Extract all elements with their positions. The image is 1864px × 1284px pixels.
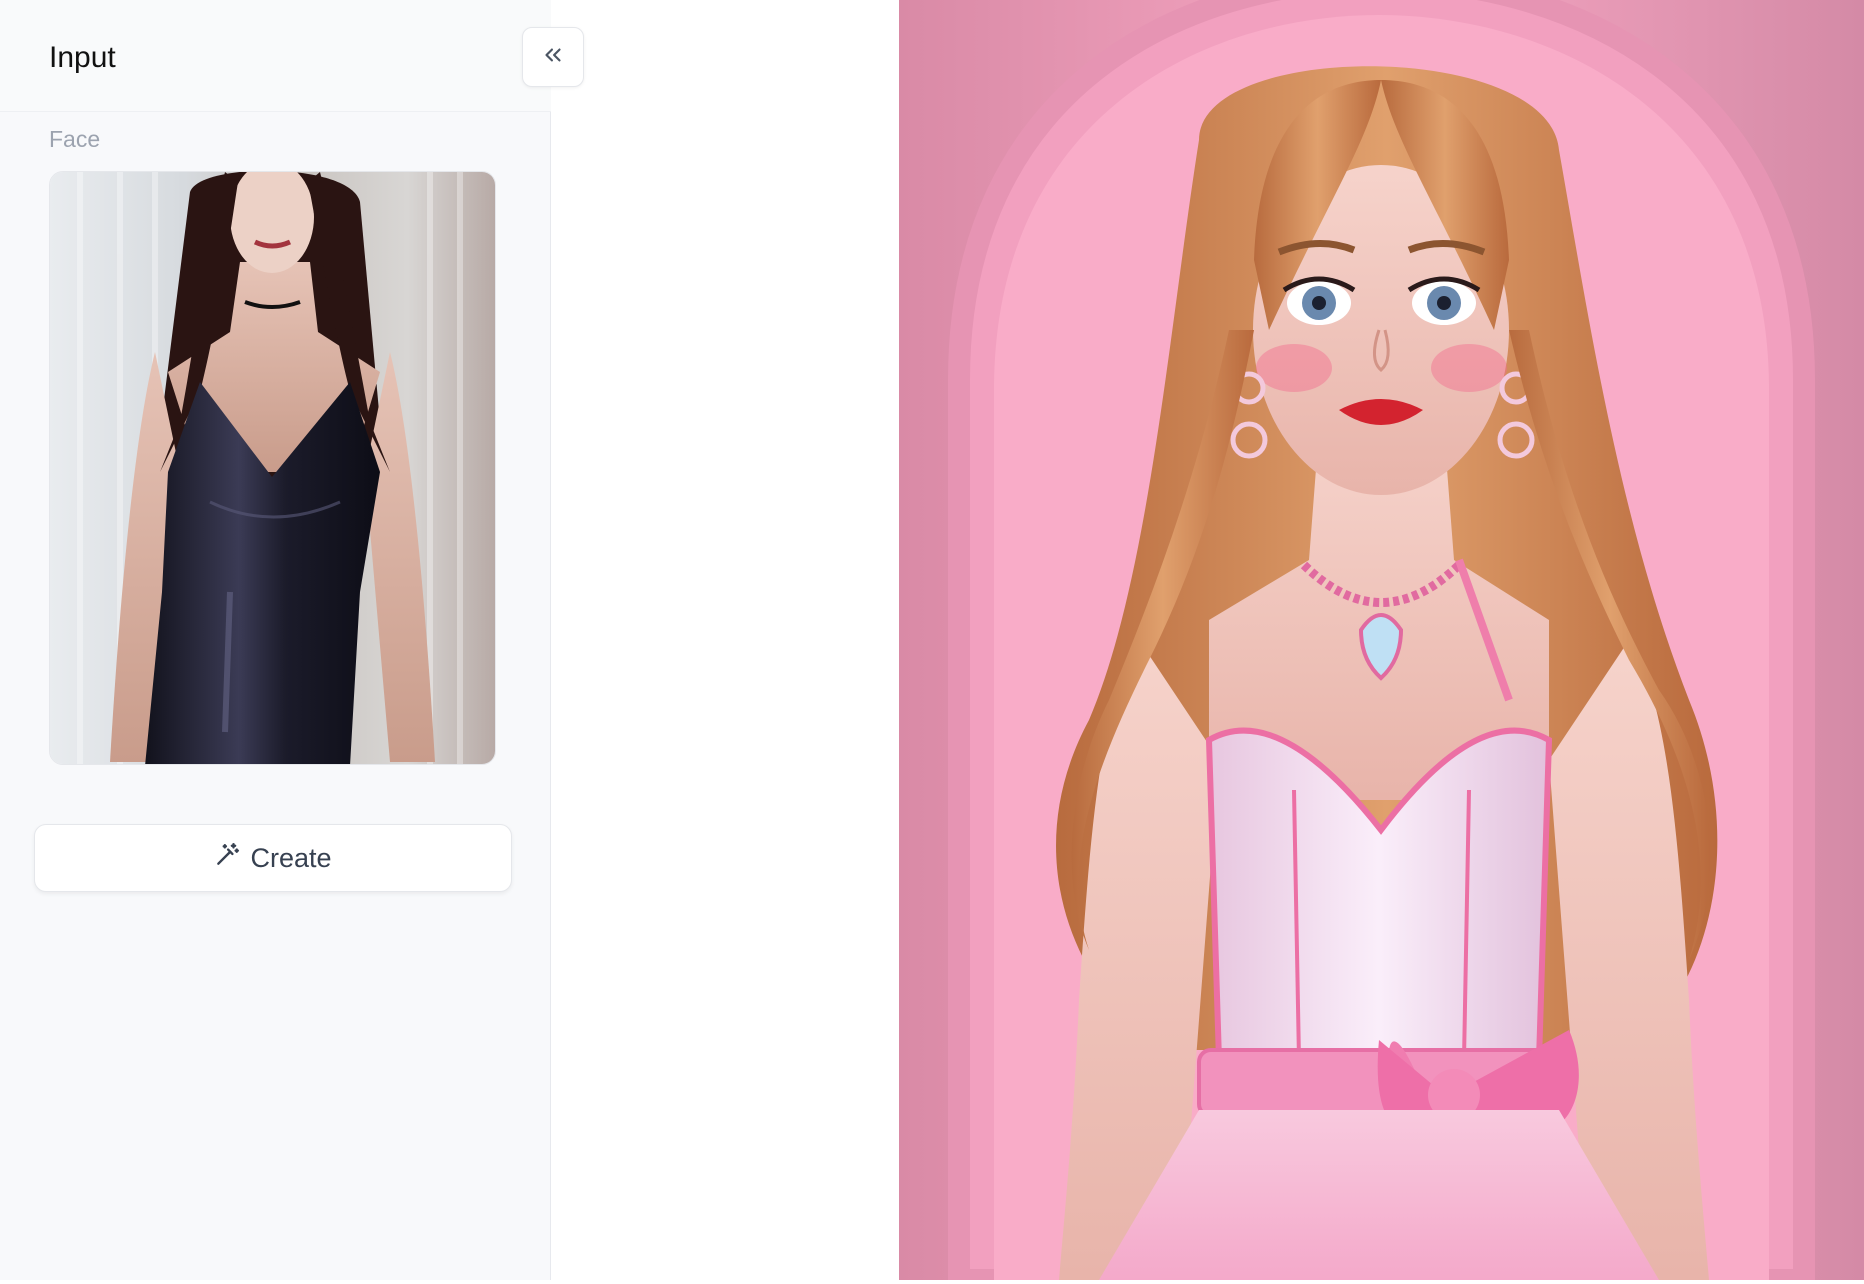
chevrons-left-icon <box>540 42 566 73</box>
result-image[interactable] <box>899 0 1864 1280</box>
create-button[interactable]: Create <box>34 824 512 892</box>
magic-wand-icon <box>214 842 240 875</box>
app-root: Input Face Create <box>0 0 1864 1284</box>
panel-title: Input <box>49 41 116 74</box>
face-label: Face <box>49 126 101 152</box>
panel-header: Input <box>0 0 551 112</box>
input-panel: Input Face Create <box>0 0 551 1280</box>
face-image[interactable] <box>49 171 496 765</box>
result-portrait <box>899 0 1864 1280</box>
create-button-label: Create <box>250 842 332 873</box>
collapse-panel-button[interactable] <box>522 27 584 87</box>
face-photo <box>50 172 495 764</box>
